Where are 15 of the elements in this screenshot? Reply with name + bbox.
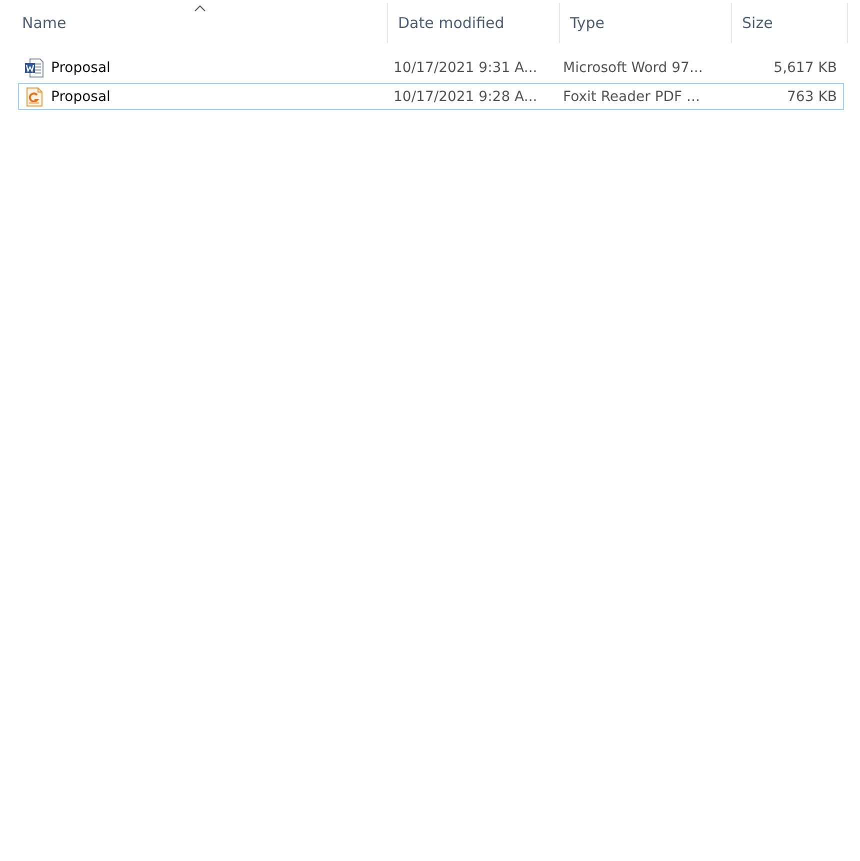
file-name: Proposal	[51, 88, 110, 104]
date-modified: 10/17/2021 9:31 A...	[394, 60, 538, 76]
file-row[interactable]: Proposal 10/17/2021 9:31 A... Microsoft Word 97... 5,617 KB	[18, 54, 844, 81]
word-document-icon	[23, 56, 45, 78]
file-type: Microsoft Word 97...	[563, 60, 703, 76]
column-header[interactable]: Date modified	[388, 14, 514, 32]
file-row[interactable]: Proposal 10/17/2021 9:28 A... Foxit Reader PDF ... 763 KB	[18, 83, 844, 110]
column-header[interactable]: Name	[12, 14, 76, 32]
file-name: Proposal	[51, 60, 110, 76]
column-header[interactable]: Type	[560, 14, 614, 32]
file-size: 763 KB	[787, 88, 837, 104]
file-type: Foxit Reader PDF ...	[563, 88, 700, 104]
column-header[interactable]: Size	[732, 14, 783, 32]
file-size: 5,617 KB	[774, 60, 837, 76]
date-modified: 10/17/2021 9:28 A...	[394, 88, 538, 104]
